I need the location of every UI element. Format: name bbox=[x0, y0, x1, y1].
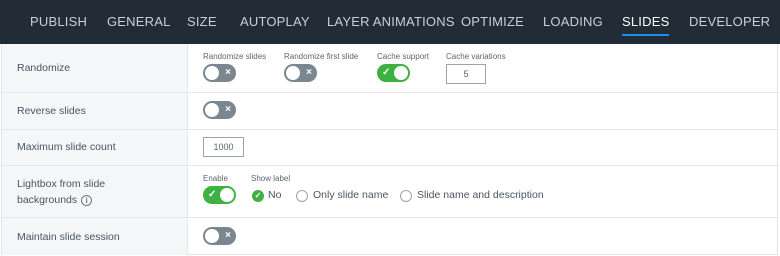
lightbox-enable-toggle[interactable]: ✓ bbox=[203, 186, 236, 204]
close-icon: × bbox=[225, 67, 231, 78]
randomize-slides-toggle[interactable]: × bbox=[203, 64, 236, 82]
reverse-slides-label: Reverse slides bbox=[17, 105, 86, 117]
maintain-slide-session-toggle[interactable]: × bbox=[203, 227, 236, 245]
maximum-slide-count-label: Maximum slide count bbox=[17, 141, 116, 153]
cache-support-toggle[interactable]: ✓ bbox=[377, 64, 410, 82]
toggle-knob bbox=[205, 103, 219, 117]
row-label-cell: Reverse slides bbox=[2, 93, 188, 129]
tab-loading[interactable]: LOADING bbox=[543, 0, 603, 44]
tab-publish[interactable]: PUBLISH bbox=[30, 0, 87, 44]
show-label-option-no[interactable]: No bbox=[268, 189, 281, 201]
row-label-cell: Lightbox from slide backgrounds i bbox=[2, 166, 188, 217]
tab-developer[interactable]: DEVELOPER bbox=[689, 0, 770, 44]
cache-variations-input[interactable]: 5 bbox=[446, 64, 486, 84]
tab-autoplay[interactable]: AUTOPLAY bbox=[240, 0, 310, 44]
tab-layer-animations[interactable]: LAYER ANIMATIONS bbox=[327, 0, 455, 44]
row-label-cell: Maximum slide count bbox=[2, 130, 188, 165]
check-icon: ✓ bbox=[382, 67, 391, 78]
toggle-knob bbox=[394, 66, 408, 80]
settings-row-randomize: Randomize Randomize slides × Randomize f… bbox=[2, 44, 779, 93]
close-icon: × bbox=[306, 67, 312, 78]
tab-optimize[interactable]: OPTIMIZE bbox=[461, 0, 524, 44]
tab-size[interactable]: SIZE bbox=[187, 0, 217, 44]
randomize-slides-label: Randomize slides bbox=[203, 52, 267, 61]
randomize-first-slide-label: Randomize first slide bbox=[284, 52, 359, 61]
lightbox-label-line1: Lightbox from slide bbox=[17, 178, 106, 190]
lightbox-label-line2: backgrounds bbox=[17, 194, 78, 206]
close-icon: × bbox=[225, 104, 231, 115]
toggle-knob bbox=[205, 229, 219, 243]
check-icon: ✓ bbox=[254, 191, 262, 200]
maximum-slide-count-input[interactable]: 1000 bbox=[203, 137, 244, 157]
settings-row-reverse-slides: Reverse slides × bbox=[2, 93, 779, 130]
tab-general[interactable]: GENERAL bbox=[107, 0, 171, 44]
show-label-option-name-and-description[interactable]: Slide name and description bbox=[417, 189, 544, 201]
settings-row-lightbox: Lightbox from slide backgrounds i Enable … bbox=[2, 166, 779, 218]
show-label-radio-name-and-description[interactable] bbox=[400, 190, 412, 202]
info-icon[interactable]: i bbox=[81, 194, 93, 206]
settings-row-maintain-slide-session: Maintain slide session × bbox=[2, 218, 779, 255]
row-label-cell: Randomize bbox=[2, 44, 188, 92]
cache-variations-label: Cache variations bbox=[446, 52, 506, 61]
slider-settings-window: PUBLISH GENERAL SIZE AUTOPLAY LAYER ANIM… bbox=[0, 0, 780, 256]
lightbox-enable-label: Enable bbox=[203, 174, 228, 183]
settings-panel: Randomize Randomize slides × Randomize f… bbox=[1, 44, 779, 255]
lightbox-label: Lightbox from slide backgrounds i bbox=[17, 176, 105, 208]
row-label-cell: Maintain slide session bbox=[2, 218, 188, 255]
show-label-option-only-slide-name[interactable]: Only slide name bbox=[313, 189, 388, 201]
toggle-knob bbox=[286, 66, 300, 80]
check-icon: ✓ bbox=[208, 189, 217, 200]
randomize-first-slide-toggle[interactable]: × bbox=[284, 64, 317, 82]
toggle-knob bbox=[205, 66, 219, 80]
show-label-label: Show label bbox=[251, 174, 291, 183]
reverse-slides-toggle[interactable]: × bbox=[203, 101, 236, 119]
cache-support-label: Cache support bbox=[377, 52, 430, 61]
close-icon: × bbox=[225, 230, 231, 241]
randomize-label: Randomize bbox=[17, 62, 71, 74]
settings-row-maximum-slide-count: Maximum slide count 1000 bbox=[2, 130, 779, 166]
show-label-radio-no[interactable]: ✓ bbox=[252, 190, 264, 202]
settings-tab-bar: PUBLISH GENERAL SIZE AUTOPLAY LAYER ANIM… bbox=[0, 0, 780, 44]
show-label-radio-only-slide-name[interactable] bbox=[296, 190, 308, 202]
tab-slides[interactable]: SLIDES bbox=[622, 0, 670, 44]
toggle-knob bbox=[220, 188, 234, 202]
maintain-slide-session-label: Maintain slide session bbox=[17, 231, 120, 243]
